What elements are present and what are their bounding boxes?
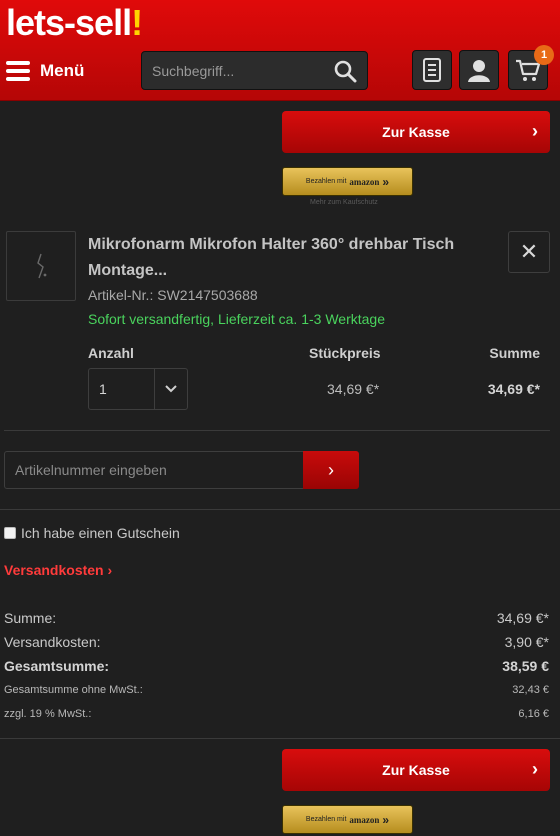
summary-value-net: 32,43 € (512, 684, 549, 696)
checkout-label: Zur Kasse (382, 762, 450, 778)
shipping-link-label: Versandkosten (4, 562, 104, 578)
amazon-pay-button-bottom[interactable]: Bezahlen mit amazon » (282, 805, 413, 834)
summary-value-vat: 6,16 € (518, 708, 549, 720)
quantity-value: 1 (89, 369, 155, 409)
voucher-checkbox-row[interactable]: Ich habe einen Gutschein (4, 525, 180, 541)
logo[interactable]: lets-sell! (6, 2, 143, 44)
unit-price-header: Stückpreis (309, 345, 381, 361)
user-icon (468, 60, 490, 82)
search-input[interactable] (142, 62, 322, 79)
product-title[interactable]: Mikrofonarm Mikrofon Halter 360° drehbar… (88, 232, 498, 284)
article-input-placeholder: Artikelnummer eingeben (15, 462, 167, 478)
checkout-button-top[interactable]: Zur Kasse › (282, 111, 550, 153)
summary-value-total: 38,59 € (502, 658, 549, 674)
search-icon[interactable] (333, 59, 357, 83)
sum-header: Summe (489, 345, 540, 361)
summary-label-net: Gesamtsumme ohne MwSt.: (4, 684, 143, 696)
menu-label: Menü (40, 61, 85, 80)
cart-count-badge: 1 (534, 45, 554, 65)
cart-button[interactable]: 1 (508, 45, 554, 90)
add-article-button[interactable]: › (303, 451, 359, 489)
amazon-prefix: Bezahlen mit (305, 816, 347, 823)
summary-value-shipping: 3,90 €* (504, 634, 549, 650)
amazon-brand: amazon (349, 814, 380, 825)
amazon-prefix: Bezahlen mit (305, 178, 347, 185)
remove-item-button[interactable]: ✕ (508, 231, 550, 273)
quantity-select[interactable]: 1 (88, 368, 188, 410)
summary-value-sum: 34,69 €* (496, 610, 549, 626)
divider (0, 738, 560, 739)
amazon-note: Mehr zum Kaufschutz (310, 199, 378, 206)
summary-label-vat: zzgl. 19 % MwSt.: (4, 708, 92, 720)
double-chevron-icon: » (382, 174, 390, 189)
mic-arm-image (37, 253, 47, 279)
line-total: 34,69 €* (487, 381, 540, 397)
close-icon: ✕ (519, 239, 539, 264)
chevron-right-icon: › (532, 759, 538, 779)
notepad-icon (423, 58, 441, 82)
checkout-button-bottom[interactable]: Zur Kasse › (282, 749, 550, 791)
logo-bang: ! (131, 2, 143, 43)
divider (4, 430, 550, 431)
chevron-right-icon: › (328, 459, 334, 480)
account-button[interactable] (459, 50, 499, 90)
voucher-label: Ich habe einen Gutschein (21, 525, 180, 541)
checkout-label: Zur Kasse (382, 124, 450, 140)
voucher-checkbox[interactable] (4, 527, 16, 539)
unit-price: 34,69 €* (327, 381, 380, 397)
hamburger-icon (6, 61, 30, 81)
search-box (141, 51, 368, 90)
product-thumbnail[interactable] (6, 231, 76, 301)
quantity-header: Anzahl (88, 345, 134, 361)
article-number: Artikel-Nr.: SW2147503688 (88, 287, 258, 303)
divider (0, 509, 560, 510)
summary-label-sum: Summe: (4, 610, 57, 626)
logo-text: lets-sell (6, 2, 132, 43)
chevron-down-icon (155, 369, 187, 409)
summary-label-shipping: Versandkosten: (4, 634, 101, 650)
notepad-button[interactable] (412, 50, 452, 90)
amazon-pay-button-top[interactable]: Bezahlen mit amazon » (282, 167, 413, 196)
article-number-input[interactable]: Artikelnummer eingeben (4, 451, 304, 489)
shipping-costs-link[interactable]: Versandkosten › (4, 562, 112, 578)
double-chevron-icon: » (382, 812, 390, 827)
delivery-status: Sofort versandfertig, Lieferzeit ca. 1-3… (88, 311, 385, 327)
summary-label-total: Gesamtsumme: (4, 658, 110, 674)
menu-button[interactable]: Menü (6, 56, 84, 86)
chevron-right-icon: › (532, 121, 538, 141)
site-header: lets-sell! Menü 1 (0, 0, 560, 101)
amazon-brand: amazon (349, 176, 380, 187)
